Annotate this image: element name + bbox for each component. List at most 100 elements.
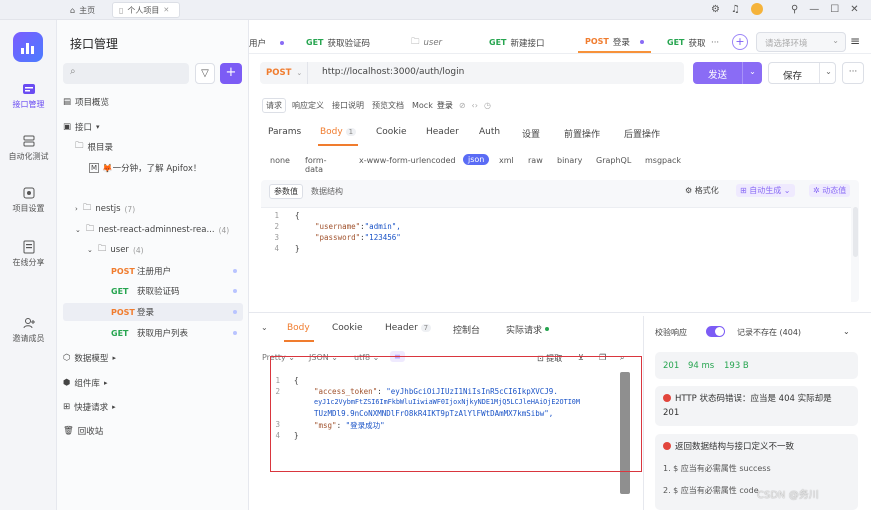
status-dot	[233, 331, 237, 335]
body-type-none[interactable]: none	[270, 156, 290, 165]
response-tab-console[interactable]: 控制台	[453, 323, 480, 336]
tab-auth[interactable]: Auth	[479, 127, 500, 137]
sidebar-endpoint-userlist[interactable]: GET 获取用户列表	[63, 324, 243, 342]
sidebar-folder-nrs[interactable]: ⌄ 🗀 nest-react-adminnest-rea... (4)	[75, 221, 243, 239]
sidebar-item-root-dir[interactable]: 🗀 根目录	[75, 138, 255, 156]
bell-icon[interactable]: ♫	[731, 4, 740, 15]
tab-param-values[interactable]: 参数值	[269, 184, 303, 199]
body-type-graphql[interactable]: GraphQL	[596, 156, 631, 165]
mode-tab-response-def[interactable]: 响应定义	[292, 100, 324, 111]
mode-tab-mock[interactable]: Mock	[412, 101, 433, 110]
format-button[interactable]: ⚙ 格式化	[685, 185, 719, 196]
autogen-button[interactable]: ⊞ 自动生成 ⌄	[736, 184, 795, 197]
response-tab-cookie[interactable]: Cookie	[332, 323, 363, 333]
maximize-icon[interactable]: ☐	[830, 4, 839, 15]
rail-item-invite[interactable]: 邀请成员	[0, 316, 57, 344]
minimize-icon[interactable]: —	[809, 4, 819, 15]
response-tab-actual[interactable]: 实际请求	[506, 323, 549, 336]
sidebar-item-api[interactable]: ▣ 接口 ▾	[63, 118, 243, 136]
add-button[interactable]: +	[220, 63, 242, 84]
sidebar-endpoint-register[interactable]: POST 注册用户	[63, 262, 243, 280]
body-type-form-data[interactable]: form-data	[305, 156, 327, 174]
mode-tab-login[interactable]: 登录	[437, 100, 453, 111]
rail-item-share[interactable]: 在线分享	[0, 240, 57, 268]
quick-requests-label: 快捷请求	[74, 403, 109, 413]
add-tab-button[interactable]: +	[732, 34, 748, 50]
tab-header[interactable]: Header	[426, 127, 459, 137]
sidebar-endpoint-captcha[interactable]: GET 获取验证码	[63, 282, 243, 300]
pane-splitter[interactable]	[249, 312, 871, 315]
url-input[interactable]: http://localhost:3000/auth/login	[322, 67, 464, 77]
rail-item-automation[interactable]: 自动化测试	[0, 134, 57, 162]
tab-user-folder[interactable]: 🗀 user	[411, 32, 442, 53]
link-icon[interactable]: ⊘	[459, 101, 466, 110]
tab-get-captcha[interactable]: GET 获取验证码	[306, 32, 370, 53]
tab-get-list[interactable]: GET 获取	[667, 32, 706, 53]
home-tab[interactable]: ⌂ 主页	[64, 2, 101, 18]
json-value: "123456"	[364, 233, 401, 242]
pin-icon[interactable]: ⚲	[791, 4, 798, 15]
tabs-more-button[interactable]: ···	[711, 32, 719, 53]
body-type-msgpack[interactable]: msgpack	[645, 156, 681, 165]
tab-new-api[interactable]: GET 新建接口	[489, 32, 545, 53]
sidebar-item-quick-requests[interactable]: ⊞ 快捷请求 ▸	[63, 398, 243, 416]
tab-pre-ops[interactable]: 前置操作	[564, 127, 600, 140]
tab-settings[interactable]: 设置	[522, 127, 540, 140]
body-type-binary[interactable]: binary	[557, 156, 582, 165]
close-icon[interactable]: ✕	[163, 6, 169, 14]
quick-request-icon: ⊞	[63, 402, 71, 412]
tab-body[interactable]: Body 1	[320, 127, 357, 137]
folder-icon: 🗀	[75, 141, 84, 151]
chevron-down-icon[interactable]: ⌄	[843, 327, 850, 336]
history-icon[interactable]: ◷	[484, 101, 491, 110]
json-key: "password"	[315, 233, 361, 242]
sidebar-item-data-models[interactable]: ⬡ 数据模型 ▸	[63, 349, 243, 367]
validate-note[interactable]: 记录不存在 (404)	[737, 327, 801, 338]
response-tab-header[interactable]: Header 7	[385, 323, 432, 333]
mode-tab-request[interactable]: 请求	[262, 97, 286, 113]
mode-tab-docs[interactable]: 接口说明	[332, 100, 364, 111]
body-type-urlencoded[interactable]: x-www-form-urlencoded	[359, 156, 456, 165]
body-type-xml[interactable]: xml	[499, 156, 514, 165]
sidebar-endpoint-login[interactable]: POST 登录	[63, 303, 243, 321]
sidebar-item-recycle[interactable]: 🗑 回收站	[63, 422, 243, 440]
tab-params[interactable]: Params	[268, 127, 301, 137]
sidebar-folder-nestjs[interactable]: › 🗀 nestjs (7)	[75, 200, 243, 218]
rail-label: 项目设置	[12, 204, 45, 213]
tab-user-register[interactable]: 用户	[249, 32, 285, 53]
gear-icon[interactable]: ⚙	[711, 4, 720, 15]
tab-data-structure[interactable]: 数据结构	[309, 184, 345, 199]
sidebar-folder-user[interactable]: ⌄ 🗀 user (4)	[87, 241, 243, 259]
save-button[interactable]: 保存 ⌄	[768, 62, 836, 84]
rail-item-settings[interactable]: 项目设置	[0, 186, 57, 214]
tab-post-ops[interactable]: 后置操作	[624, 127, 660, 140]
body-type-raw[interactable]: raw	[528, 156, 543, 165]
dynamic-value-button[interactable]: ✲ 动态值	[809, 184, 851, 197]
body-type-json[interactable]: json	[463, 154, 490, 165]
tab-cookie[interactable]: Cookie	[376, 127, 407, 137]
filter-button[interactable]: ▽	[195, 63, 215, 84]
json-value: "admin",	[364, 222, 401, 231]
code-line: "password":"123456"	[315, 233, 401, 242]
code-icon[interactable]: ‹›	[472, 101, 478, 110]
method-select[interactable]: POST ⌄	[260, 62, 308, 84]
send-button[interactable]: 发送 ⌄	[693, 62, 762, 84]
response-tab-body[interactable]: Body	[287, 323, 310, 333]
tab-post-login[interactable]: POST 登录	[578, 32, 651, 53]
sidebar-item-intro[interactable]: M 🦊一分钟，了解 Apifox！	[89, 159, 243, 177]
user-avatar[interactable]	[750, 3, 763, 15]
menu-icon[interactable]: ≡	[850, 34, 860, 48]
project-tab[interactable]: ▯ 个人项目 ✕	[112, 2, 180, 18]
mode-tab-preview[interactable]: 预览文档	[372, 100, 404, 111]
more-button[interactable]: ···	[842, 62, 864, 84]
environment-select[interactable]: 请选择环境 ⌄	[756, 32, 846, 52]
sidebar-item-overview[interactable]: ▤ 项目概览	[63, 93, 243, 111]
sidebar-item-components[interactable]: ⬢ 组件库 ▸	[63, 374, 243, 392]
collapse-icon[interactable]: ⌄	[261, 323, 268, 332]
code-area[interactable]: 1 { 2 "username":"admin", 3 "password":"…	[261, 207, 851, 302]
validate-switch[interactable]	[706, 326, 725, 337]
editor-scrollbar[interactable]	[853, 207, 858, 257]
sidebar-search-input[interactable]: ⌕	[63, 63, 189, 84]
window-close-icon[interactable]: ✕	[850, 4, 858, 15]
rail-item-api[interactable]: 接口管理	[0, 82, 57, 110]
